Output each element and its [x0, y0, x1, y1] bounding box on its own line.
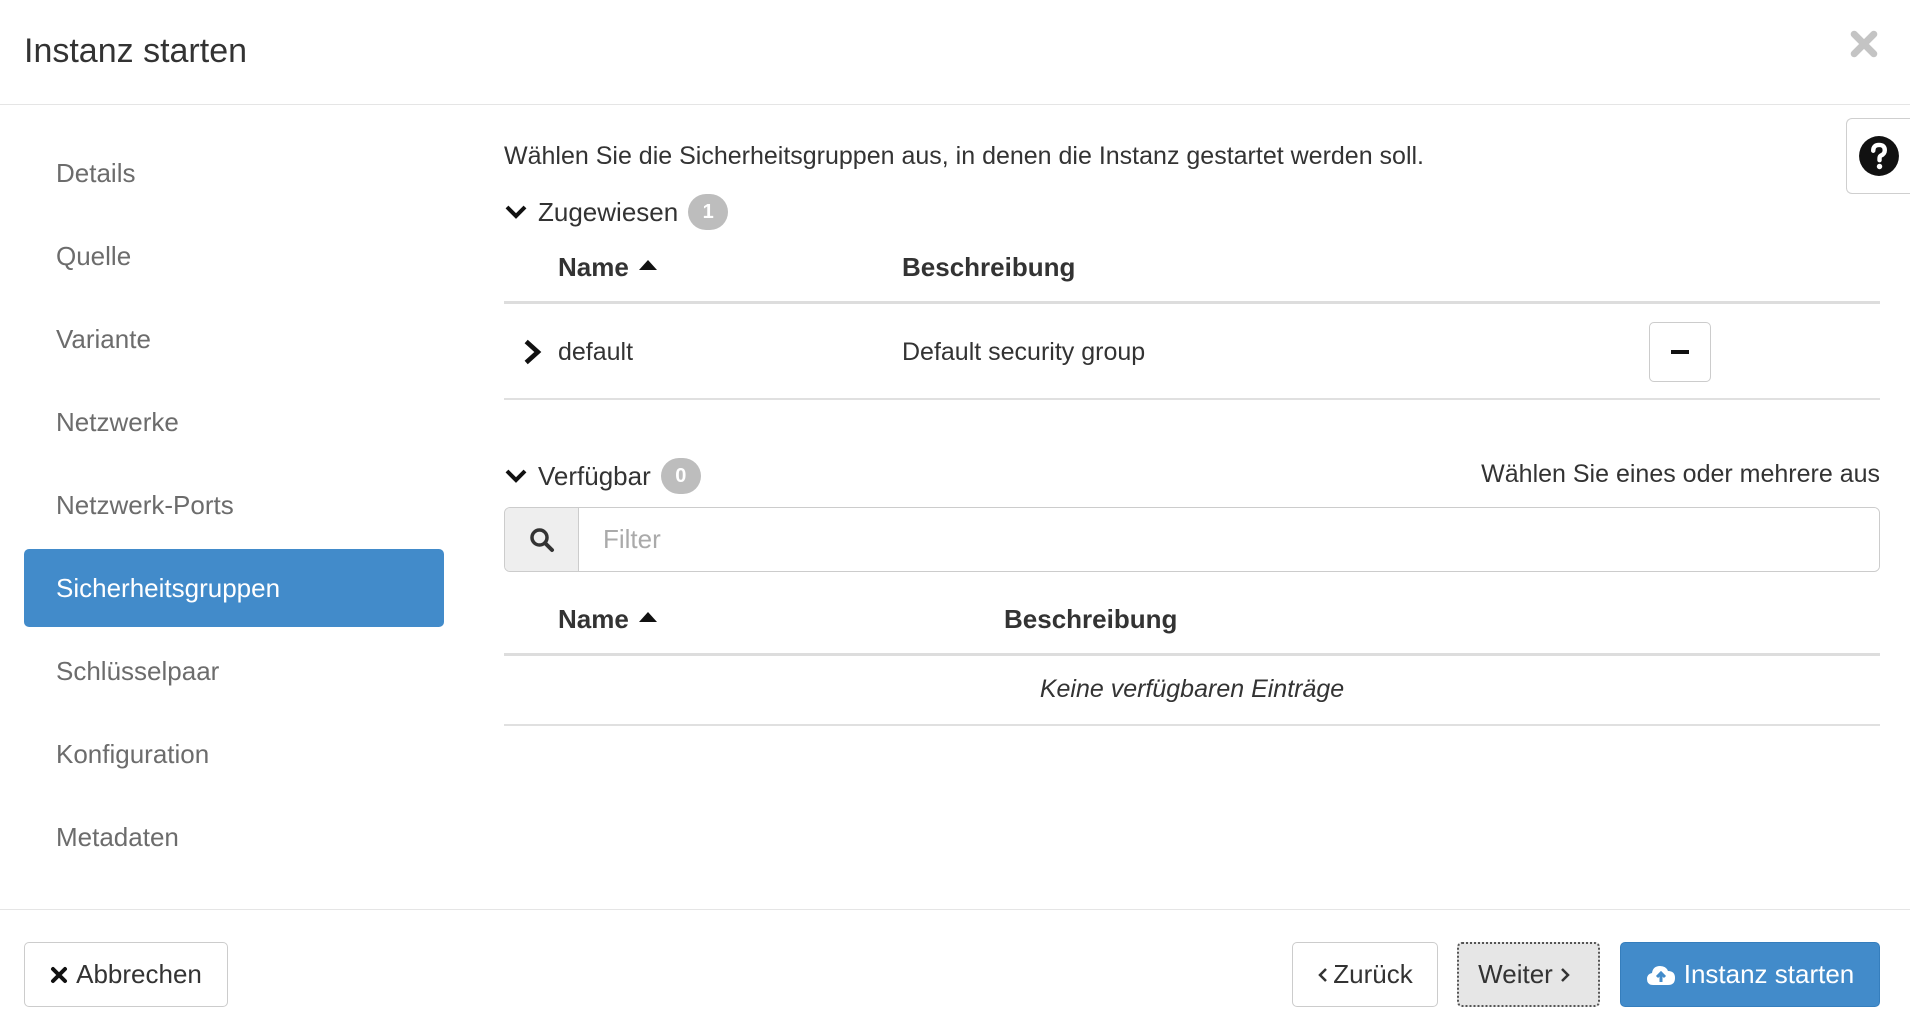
chevron-down-icon — [505, 205, 527, 219]
allocated-description-header[interactable]: Beschreibung — [902, 252, 1075, 283]
allocated-row-description: Default security group — [902, 338, 1146, 366]
sidebar-item-key-pair[interactable]: Schlüsselpaar — [24, 632, 444, 710]
sidebar-item-source[interactable]: Quelle — [24, 217, 444, 295]
modal-header: Instanz starten — [0, 0, 1910, 105]
back-button[interactable]: Zurück — [1292, 942, 1438, 1007]
available-description-header[interactable]: Beschreibung — [1004, 604, 1177, 635]
sidebar-item-networks[interactable]: Netzwerke — [24, 383, 444, 461]
launch-instance-button[interactable]: Instanz starten — [1620, 942, 1880, 1007]
allocated-row-name: default — [558, 338, 634, 366]
modal-title: Instanz starten — [24, 32, 248, 70]
close-icon — [51, 966, 68, 983]
allocated-name-header[interactable]: Name — [558, 252, 657, 283]
allocated-count-badge: 1 — [688, 194, 729, 230]
column-header-name: Name — [558, 252, 629, 282]
intro-text: Wählen Sie die Sicherheitsgruppen aus, i… — [504, 142, 1425, 170]
filter-group — [504, 507, 1880, 572]
launch-label: Instanz starten — [1683, 959, 1855, 989]
sidebar-item-security-groups[interactable]: Sicherheitsgruppen — [24, 549, 444, 627]
sidebar-item-flavor[interactable]: Variante — [24, 300, 444, 378]
sidebar-item-details[interactable]: Details — [24, 134, 444, 212]
available-hint: Wählen Sie eines oder mehrere aus — [1481, 460, 1880, 488]
available-name-header[interactable]: Name — [558, 604, 657, 635]
modal-footer: Abbrechen Zurück Weiter Instanz starten — [0, 909, 1910, 1034]
cancel-label: Abbrechen — [76, 959, 202, 989]
close-icon — [1850, 30, 1878, 58]
allocated-section-toggle[interactable]: Zugewiesen 1 — [504, 194, 729, 230]
column-header-name: Name — [558, 604, 629, 634]
next-label: Weiter — [1478, 959, 1553, 989]
table-divider — [504, 301, 1880, 304]
minus-icon — [1671, 350, 1689, 354]
empty-message: Keine verfügbaren Einträge — [1039, 675, 1345, 703]
allocated-title: Zugewiesen — [538, 196, 679, 227]
remove-button[interactable] — [1649, 322, 1711, 382]
sidebar-item-metadata[interactable]: Metadaten — [24, 798, 444, 876]
filter-input[interactable] — [579, 508, 1879, 571]
cancel-button[interactable]: Abbrechen — [24, 942, 228, 1007]
sort-ascending-icon — [638, 611, 657, 622]
help-button[interactable] — [1846, 118, 1910, 194]
table-divider — [504, 653, 1880, 656]
filter-addon — [505, 508, 579, 571]
chevron-left-icon — [1318, 967, 1328, 982]
launch-instance-modal: Instanz starten Details Quelle Variante … — [0, 0, 1910, 1034]
available-count-badge: 0 — [660, 458, 701, 494]
close-button[interactable] — [1838, 22, 1890, 66]
chevron-right-icon[interactable] — [518, 338, 546, 366]
chevron-right-icon — [1560, 967, 1570, 982]
chevron-down-icon — [505, 469, 527, 483]
table-divider — [504, 724, 1880, 726]
available-section-toggle[interactable]: Verfügbar 0 — [504, 458, 701, 494]
wizard-sidebar: Details Quelle Variante Netzwerke Netzwe… — [24, 134, 444, 881]
table-divider — [504, 398, 1880, 400]
next-button[interactable]: Weiter — [1457, 942, 1600, 1007]
sort-ascending-icon — [638, 259, 657, 270]
sidebar-item-network-ports[interactable]: Netzwerk-Ports — [24, 466, 444, 544]
sidebar-item-configuration[interactable]: Konfiguration — [24, 715, 444, 793]
search-icon — [529, 527, 554, 552]
available-title: Verfügbar — [538, 460, 651, 491]
back-label: Zurück — [1333, 959, 1413, 989]
cloud-upload-icon — [1646, 965, 1675, 985]
question-circle-icon — [1858, 136, 1899, 176]
